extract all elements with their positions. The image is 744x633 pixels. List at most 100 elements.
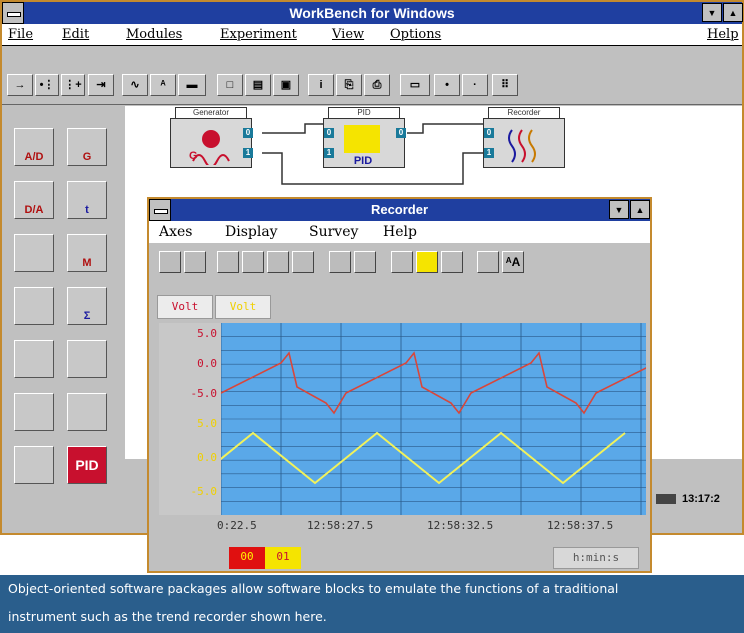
menu-options[interactable]: Options [390, 27, 441, 42]
grid-lines-icon[interactable] [242, 251, 264, 273]
caption-line-2: instrument such as the trend recorder sh… [8, 609, 327, 624]
caption: Object-oriented software packages allow … [0, 575, 744, 633]
recorder-maximize-button[interactable]: ▲ [630, 200, 650, 219]
ad-module-icon[interactable]: A/D [14, 128, 54, 166]
ytick: -5.0 [190, 485, 218, 498]
trace-icon[interactable] [391, 251, 413, 273]
dot-small-icon[interactable]: · [462, 74, 488, 96]
pointer-icon[interactable] [477, 251, 499, 273]
sum-module-icon[interactable]: Σ [67, 287, 107, 325]
arrow-right-icon[interactable]: → [7, 74, 33, 96]
recorder-window: Recorder ▼ ▲ Axes Display Survey Help ᴬA… [147, 197, 652, 573]
pid-yellow-icon [344, 125, 380, 153]
xtick: 12:58:37.5 [547, 519, 614, 532]
cursor-icon[interactable] [184, 251, 206, 273]
pid-block[interactable]: PID 0 1 0 PID [323, 107, 406, 168]
zoom-icon[interactable] [217, 251, 239, 273]
ytick: 0.0 [197, 357, 217, 370]
display-module-icon[interactable] [14, 446, 54, 484]
new-icon[interactable]: □ [217, 74, 243, 96]
scale-b-icon[interactable] [292, 251, 314, 273]
generator-block[interactable]: Generator 0 1 G [170, 107, 253, 168]
generator-icon: G [189, 130, 230, 165]
input-port-1[interactable]: 1 [484, 148, 494, 158]
trigger-module-icon[interactable]: t [67, 181, 107, 219]
legend-channel-01[interactable]: 01 [265, 547, 301, 569]
pid-block-title: PID [328, 107, 400, 119]
status-indicator [656, 494, 676, 504]
font-icon[interactable]: ᴬA [502, 251, 524, 273]
unit-tab-volt-2[interactable]: Volt [215, 295, 271, 319]
output-port-1[interactable]: 1 [243, 148, 253, 158]
recorder-minimize-button[interactable]: ▼ [609, 200, 629, 219]
switch-module-icon[interactable] [67, 340, 107, 378]
plot-area[interactable]: 5.0 0.0 -5.0 5.0 0.0 -5.0 [159, 323, 646, 515]
generator-module-icon[interactable]: G [67, 128, 107, 166]
open-icon[interactable]: ▤ [245, 74, 271, 96]
pid-module-icon[interactable]: PID [67, 446, 107, 484]
dot-icon[interactable]: • [434, 74, 460, 96]
menu-view[interactable]: View [332, 27, 364, 42]
fill-icon[interactable] [416, 251, 438, 273]
recorder-icon [508, 129, 536, 163]
grid-icon[interactable]: ⠿ [492, 74, 518, 96]
xtick: 12:58:32.5 [427, 519, 494, 532]
jump-end-icon[interactable]: ⇥ [88, 74, 114, 96]
scale-a-icon[interactable] [267, 251, 289, 273]
menu-help[interactable]: Help [707, 27, 739, 42]
recorder-title: Recorder [370, 202, 429, 217]
menu-experiment[interactable]: Experiment [220, 27, 297, 42]
system-menu-icon[interactable] [2, 2, 24, 24]
meter-module-icon[interactable] [67, 393, 107, 431]
save-icon[interactable]: ▣ [273, 74, 299, 96]
main-toolbar: → •⋮ ⋮+ ⇥ ∿ ᴬ ▬ □ ▤ ▣ i ⎘ ⎙ ▭ • · ⠿ [2, 47, 742, 105]
ytick: 5.0 [197, 327, 217, 340]
info-icon[interactable]: i [308, 74, 334, 96]
lamp-module-icon[interactable] [14, 393, 54, 431]
ytick: 5.0 [197, 417, 217, 430]
menu-file[interactable]: File [8, 27, 33, 42]
minimize-button[interactable]: ▼ [702, 3, 722, 22]
connect-icon[interactable]: ∿ [122, 74, 148, 96]
menu-axes[interactable]: Axes [159, 224, 192, 240]
copy-icon[interactable] [329, 251, 351, 273]
window-icon[interactable]: ▭ [400, 74, 430, 96]
menu-modules[interactable]: Modules [126, 27, 182, 42]
menu-edit[interactable]: Edit [62, 27, 89, 42]
ramp-module-icon[interactable] [14, 287, 54, 325]
input-port-0[interactable]: 0 [324, 128, 334, 138]
clipboard-icon[interactable]: ⎘ [336, 74, 362, 96]
print-icon[interactable] [354, 251, 376, 273]
module-icon[interactable]: ▬ [178, 74, 206, 96]
unit-tab-volt-1[interactable]: Volt [157, 295, 213, 319]
text-tool-icon[interactable]: ᴬ [150, 74, 176, 96]
table-icon[interactable] [441, 251, 463, 273]
recorder-system-menu-icon[interactable] [149, 199, 171, 221]
recorder-module-icon[interactable] [14, 234, 54, 272]
camera-icon[interactable] [159, 251, 181, 273]
ytick: 0.0 [197, 451, 217, 464]
recorder-menubar: Axes Display Survey Help [149, 221, 650, 243]
recorder-block[interactable]: Recorder 0 1 [483, 107, 565, 168]
menu-survey[interactable]: Survey [309, 224, 358, 240]
step-plus-icon[interactable]: ⋮+ [61, 74, 85, 96]
recorder-block-title: Recorder [488, 107, 560, 119]
xtick: 0:22.5 [217, 519, 257, 532]
output-port-0[interactable]: 0 [396, 128, 406, 138]
counter-module-icon[interactable] [14, 340, 54, 378]
step-icon[interactable]: •⋮ [35, 74, 59, 96]
module-palette: A/D G D/A t M Σ PID [12, 106, 125, 496]
math-module-icon[interactable]: M [67, 234, 107, 272]
input-port-1[interactable]: 1 [324, 148, 334, 158]
output-port-0[interactable]: 0 [243, 128, 253, 138]
input-port-0[interactable]: 0 [484, 128, 494, 138]
window-titlebar: WorkBench for Windows ▼ ▲ [2, 2, 743, 24]
da-module-icon[interactable]: D/A [14, 181, 54, 219]
legend-channel-00[interactable]: 00 [229, 547, 265, 569]
menu-help[interactable]: Help [383, 224, 417, 240]
main-menubar: File Edit Modules Experiment View Option… [2, 24, 742, 46]
print-icon[interactable]: ⎙ [364, 74, 390, 96]
menu-display[interactable]: Display [225, 224, 278, 240]
maximize-button[interactable]: ▲ [723, 3, 743, 22]
time-format-label: h:min:s [553, 547, 639, 569]
